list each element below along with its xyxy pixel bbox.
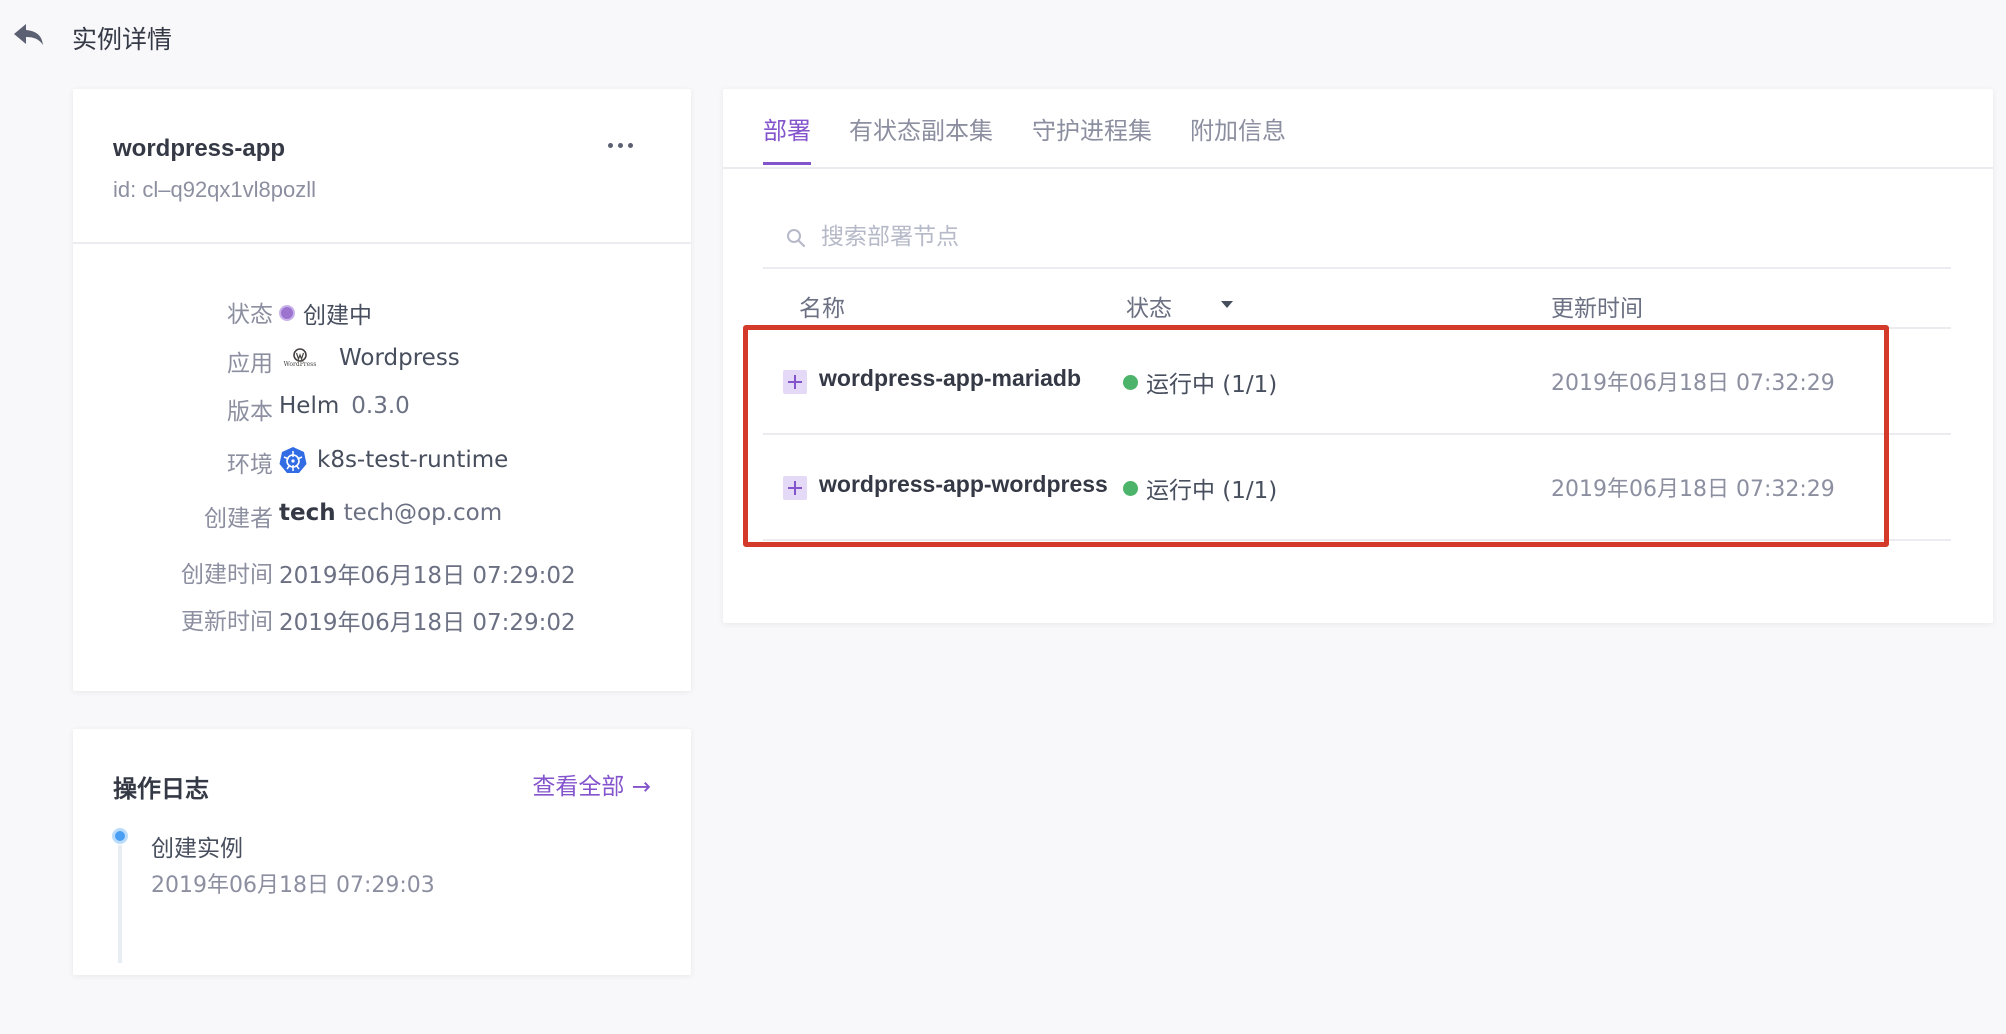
status-text: 创建中 — [303, 303, 372, 329]
table-header: 名称 状态 更新时间 — [763, 279, 1951, 329]
version-type: Helm — [279, 393, 340, 419]
tab-daemonsets[interactable]: 守护进程集 — [1032, 111, 1152, 162]
page-title: 实例详情 — [72, 25, 173, 54]
tab-bar: 部署 有状态副本集 守护进程集 附加信息 — [723, 89, 1993, 169]
timeline-dot-icon — [112, 828, 128, 844]
back-icon[interactable] — [12, 20, 46, 48]
version-value: Helm 0.3.0 — [279, 393, 410, 419]
search-input[interactable] — [821, 217, 1921, 257]
version-number: 0.3.0 — [351, 393, 410, 419]
view-all-link[interactable]: 查看全部 → — [532, 767, 651, 801]
kubernetes-icon — [279, 447, 307, 473]
status-filter-icon[interactable] — [1221, 301, 1233, 308]
tab-deployments[interactable]: 部署 — [763, 111, 811, 165]
env-value: k8s-test-runtime — [279, 446, 508, 474]
status-dot-icon — [279, 305, 295, 321]
status-label: 状态 — [227, 302, 273, 328]
tab-statefulsets[interactable]: 有状态副本集 — [849, 111, 993, 162]
app-name-link[interactable]: Wordpress — [339, 345, 460, 371]
updated-label: 更新时间 — [181, 609, 273, 635]
column-header-name: 名称 — [799, 296, 845, 322]
instance-name: wordpress-app — [113, 135, 286, 162]
env-name-link[interactable]: k8s-test-runtime — [317, 447, 508, 473]
column-header-updated: 更新时间 — [1551, 296, 1643, 322]
search-icon — [787, 229, 806, 248]
created-label: 创建时间 — [181, 562, 273, 588]
highlight-annotation-box — [743, 325, 1889, 547]
log-title: 操作日志 — [113, 775, 209, 803]
status-value: 创建中 — [279, 296, 372, 330]
version-label: 版本 — [227, 399, 273, 425]
log-event: 创建实例 — [151, 836, 243, 862]
creator-email: tech@op.com — [343, 500, 503, 526]
timeline-line — [118, 845, 122, 963]
tab-additional-info[interactable]: 附加信息 — [1190, 111, 1286, 162]
instance-info-card: wordpress-app id: cl–q92qx1vl8pozll 状态 创… — [73, 89, 691, 691]
created-value: 2019年06月18日 07:29:02 — [279, 563, 576, 589]
creator-name: tech — [279, 500, 336, 526]
column-header-status: 状态 — [1126, 296, 1172, 322]
creator-value: tech tech@op.com — [279, 500, 502, 526]
instance-id: id: cl–q92qx1vl8pozll — [113, 177, 317, 202]
app-label: 应用 — [227, 351, 273, 377]
creator-label: 创建者 — [204, 506, 273, 532]
env-label: 环境 — [227, 452, 273, 478]
wordpress-logo-text: WordPress — [283, 361, 317, 368]
more-options-icon[interactable] — [605, 135, 637, 155]
search-bar — [763, 213, 1951, 269]
divider — [73, 242, 691, 244]
app-value: WordPress Wordpress — [279, 345, 460, 371]
activity-log-card: 操作日志 查看全部 → 创建实例 2019年06月18日 07:29:03 — [73, 729, 691, 975]
log-time: 2019年06月18日 07:29:03 — [151, 873, 435, 898]
wordpress-logo-icon: WordPress — [279, 347, 321, 369]
updated-value: 2019年06月18日 07:29:02 — [279, 610, 576, 636]
